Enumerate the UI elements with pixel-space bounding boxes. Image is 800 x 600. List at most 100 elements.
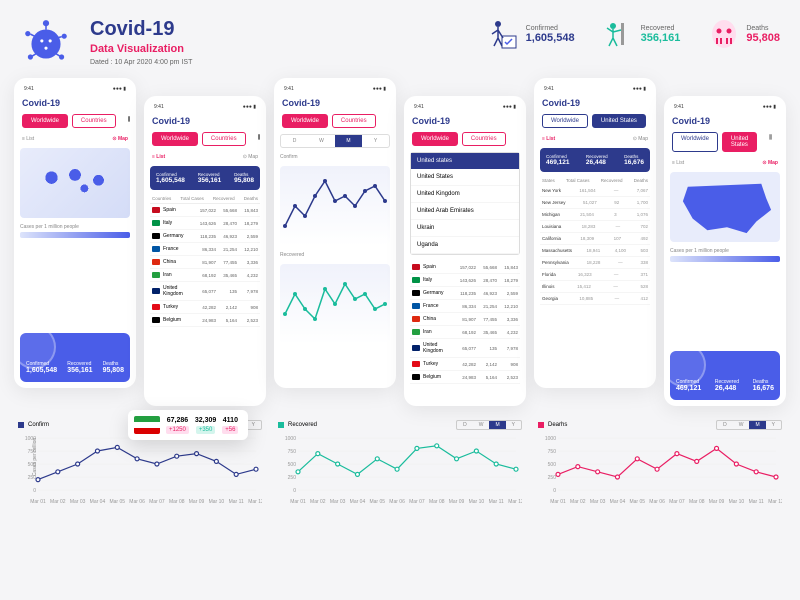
svg-text:Mar 10: Mar 10	[469, 499, 485, 504]
country-row[interactable]: France86,33421,25412,210	[150, 243, 260, 256]
svg-text:Mar 01: Mar 01	[290, 499, 306, 504]
svg-text:750: 750	[288, 449, 297, 455]
country-row[interactable]: Belgium24,9835,1642,523	[150, 314, 260, 327]
svg-text:Mar 06: Mar 06	[649, 499, 665, 504]
country-row[interactable]: Turkey42,2822,142908	[410, 358, 520, 371]
svg-text:Mar 06: Mar 06	[129, 499, 145, 504]
svg-text:Mar 08: Mar 08	[169, 499, 185, 504]
svg-text:Mar 08: Mar 08	[689, 499, 705, 504]
state-row[interactable]: Michigan21,50431,076	[540, 209, 650, 221]
state-row[interactable]: Florida16,323—371	[540, 269, 650, 281]
svg-text:Mar 05: Mar 05	[369, 499, 385, 504]
phone-us-states: 9:41●●● ▮ Covid-19 Worldwide United Stat…	[534, 78, 656, 388]
state-row[interactable]: Georgia10,885—412	[540, 293, 650, 305]
dropdown-option[interactable]: United Kingdom	[411, 186, 519, 203]
tab-countries[interactable]: Countries	[72, 114, 116, 128]
state-row[interactable]: Illinois15,412—528	[540, 281, 650, 293]
phone-us-map: 9:41●●● ▮ Covid-19 Worldwide United Stat…	[664, 96, 786, 406]
svg-text:Mar 12: Mar 12	[768, 499, 782, 504]
svg-text:Mar 11: Mar 11	[489, 499, 504, 504]
svg-text:Mar 04: Mar 04	[610, 499, 626, 504]
state-row[interactable]: New York161,504—7,067	[540, 185, 650, 197]
us-summary-card: Confirmed469,121 Recovered26,448 Deaths1…	[670, 351, 780, 400]
country-row[interactable]: Germany118,23546,9232,559	[150, 230, 260, 243]
svg-text:500: 500	[548, 462, 557, 468]
dropdown-option[interactable]: United States	[411, 169, 519, 186]
svg-text:Mar 07: Mar 07	[409, 499, 425, 504]
svg-text:Mar 04: Mar 04	[90, 499, 106, 504]
summary-bar: Confirmed1,605,548 Recovered356,161 Deat…	[150, 166, 260, 190]
svg-text:Mar 01: Mar 01	[550, 499, 566, 504]
state-row[interactable]: New Jersey51,027921,700	[540, 197, 650, 209]
country-row[interactable]: China81,90777,4553,336	[150, 256, 260, 269]
period-selector[interactable]: DWMY	[280, 134, 390, 148]
mini-chart-confirm	[280, 166, 390, 246]
view-list[interactable]: ≡ List	[22, 136, 34, 142]
mini-chart-recovered	[280, 264, 390, 344]
svg-text:250: 250	[288, 475, 297, 481]
country-row[interactable]: United Kingdom65,0771357,978	[150, 282, 260, 301]
country-row[interactable]: Iran68,19235,4654,232	[150, 269, 260, 282]
chart-icon[interactable]: ⫼	[250, 132, 269, 146]
chart-icon[interactable]: ⫼	[120, 114, 139, 128]
phone-countries-list: 9:41●●● ▮ Covid-19 Worldwide Countries ⫼…	[144, 96, 266, 406]
svg-text:Mar 10: Mar 10	[209, 499, 225, 504]
state-row[interactable]: California18,309107492	[540, 233, 650, 245]
country-row[interactable]: Belgium24,9835,1642,523	[410, 371, 520, 384]
view-map[interactable]: ⊙ Map	[243, 154, 258, 160]
world-map[interactable]	[20, 148, 130, 218]
phone-mockups: 9:41●●● ▮ Covid-19 Worldwide Countries ⫼…	[0, 78, 800, 406]
svg-text:1000: 1000	[545, 436, 556, 442]
dropdown-option[interactable]: United Arab Emirates	[411, 203, 519, 220]
country-row[interactable]: Italy143,62628,47018,279	[410, 274, 520, 287]
country-row[interactable]: France86,33421,25412,210	[410, 300, 520, 313]
stat-recovered: Recovered356,161	[603, 18, 681, 50]
svg-text:Mar 11: Mar 11	[749, 499, 764, 504]
svg-text:Mar 10: Mar 10	[729, 499, 745, 504]
country-row[interactable]: China81,90777,4553,336	[410, 313, 520, 326]
us-map[interactable]	[670, 172, 780, 242]
country-row[interactable]: Italy143,62628,47018,279	[150, 217, 260, 230]
signal-icon: ●●● ▮	[113, 86, 126, 92]
dropdown-option[interactable]: Uganda	[411, 237, 519, 254]
page-date: Dated : 10 Apr 2020 4:00 pm IST	[90, 59, 192, 66]
stat-confirmed: Confirmed1,605,548	[488, 18, 575, 50]
country-dropdown[interactable]: United states United StatesUnited Kingdo…	[410, 152, 520, 255]
states-table: StatesTotal CasesRecoveredDeaths New Yor…	[540, 176, 650, 382]
country-row[interactable]: Turkey42,2822,142908	[150, 301, 260, 314]
view-list[interactable]: ≡ List	[152, 154, 165, 160]
state-row[interactable]: Pennsylvania18,228—338	[540, 257, 650, 269]
us-summary: Confirmed469,121 Recovered26,448 Deaths1…	[540, 148, 650, 172]
countries-table: CountriesTotal CasesRecoveredDeaths Spai…	[150, 194, 260, 400]
svg-text:Mar 05: Mar 05	[109, 499, 125, 504]
svg-text:Mar 05: Mar 05	[629, 499, 645, 504]
header: Covid-19 Data Visualization Dated : 10 A…	[0, 0, 800, 78]
phone-world-map: 9:41●●● ▮ Covid-19 Worldwide Countries ⫼…	[14, 78, 136, 388]
tab-worldwide[interactable]: Worldwide	[152, 132, 198, 146]
svg-text:Mar 01: Mar 01	[30, 499, 46, 504]
page-title: Covid-19	[90, 18, 192, 41]
virus-icon	[20, 18, 72, 70]
country-row[interactable]: Spain157,02255,66815,843	[410, 261, 520, 274]
country-row[interactable]: Germany118,23546,9232,559	[410, 287, 520, 300]
svg-text:0: 0	[293, 488, 296, 494]
tab-countries[interactable]: Countries	[202, 132, 246, 146]
tab-worldwide[interactable]: Worldwide	[22, 114, 68, 128]
svg-text:Mar 02: Mar 02	[310, 499, 326, 504]
country-row[interactable]: Spain157,02255,66815,843	[150, 204, 260, 217]
stat-deaths: Deaths95,808	[708, 18, 780, 50]
phone-charts: 9:41●●● ▮ Covid-19 Worldwide Countries D…	[274, 78, 396, 388]
view-map[interactable]: ⊙ Map	[112, 136, 128, 142]
hover-tooltip: 67,286+1250 32,309+350 4110+56	[128, 410, 248, 440]
deaths-illustration	[710, 18, 738, 50]
state-row[interactable]: Massachusetts18,9414,100503	[540, 245, 650, 257]
confirmed-illustration	[488, 18, 520, 50]
svg-text:500: 500	[288, 462, 297, 468]
bottom-charts: ConfirmDWMY Cases per million02505007501…	[0, 412, 800, 512]
dropdown-option[interactable]: Ukrain	[411, 220, 519, 237]
page-subtitle: Data Visualization	[90, 43, 192, 55]
state-row[interactable]: Louisiana18,283—702	[540, 221, 650, 233]
country-row[interactable]: Iran68,19235,4654,232	[410, 326, 520, 339]
svg-text:Mar 06: Mar 06	[389, 499, 405, 504]
country-row[interactable]: United Kingdom65,0771357,978	[410, 339, 520, 358]
